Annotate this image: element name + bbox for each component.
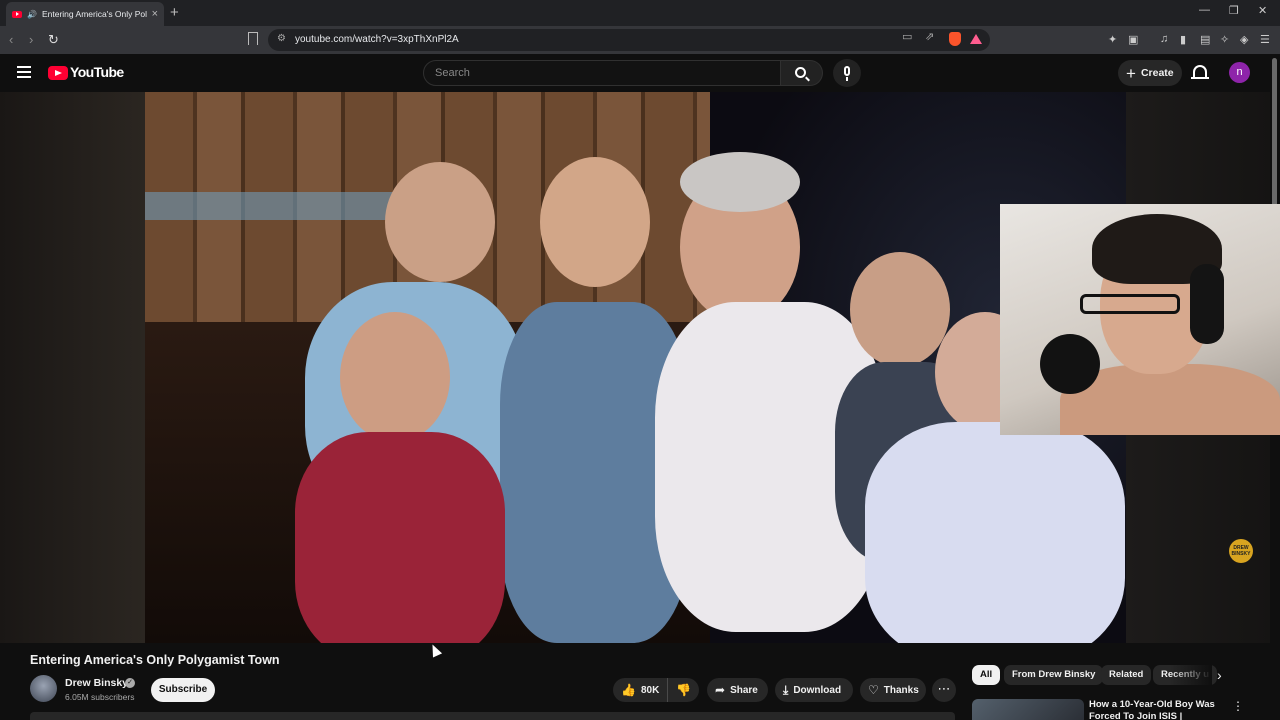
recommendation-menu-icon[interactable]: ⋮ — [1232, 699, 1244, 713]
minimize-icon[interactable]: — — [1199, 4, 1210, 16]
chip-all[interactable]: All — [972, 665, 1001, 685]
mouse-cursor — [427, 642, 443, 658]
search-icon — [795, 67, 806, 78]
youtube-logo-text[interactable]: YouTube — [70, 64, 124, 80]
vpn-icon[interactable]: ◈ — [1240, 33, 1248, 46]
search-box — [423, 60, 781, 86]
brave-shields-icon[interactable] — [949, 32, 961, 46]
url-text[interactable]: youtube.com/watch?v=3xpThXnPl2A — [295, 34, 459, 45]
bell-icon[interactable] — [1191, 65, 1209, 79]
restore-icon[interactable]: ❐ — [1229, 4, 1239, 17]
curtain — [145, 192, 395, 220]
chip-from-channel[interactable]: From Drew Binsky — [1004, 665, 1104, 685]
reload-icon[interactable]: ↻ — [48, 32, 59, 48]
recommendation-thumbnail[interactable] — [972, 699, 1084, 720]
share-icon: ➦ — [715, 683, 726, 697]
boy-head-5 — [340, 312, 450, 442]
sidebar-icon[interactable]: ▮ — [1180, 33, 1186, 46]
brave-rewards-icon[interactable] — [970, 34, 982, 44]
verified-icon: ✓ — [125, 678, 135, 688]
video-frame — [145, 92, 1126, 643]
chips-fade — [1170, 662, 1212, 688]
browser-tab[interactable]: 🔊 Entering America's Only Polyg × — [6, 2, 164, 26]
recommendation-title[interactable]: How a 10-Year-Old Boy Was Forced To Join… — [1089, 699, 1219, 720]
boy-head-2 — [540, 157, 650, 287]
thumbs-up-icon: 👍 — [621, 683, 636, 697]
download-label: Download — [793, 684, 842, 696]
description-box[interactable] — [30, 712, 955, 720]
site-info-icon[interactable]: ⚙ — [277, 33, 286, 44]
youtube-favicon-icon — [12, 10, 22, 18]
channel-watermark[interactable]: DREW BINSKY — [1229, 539, 1253, 563]
subscribe-button[interactable]: Subscribe — [151, 678, 215, 702]
back-icon[interactable]: ‹ — [9, 32, 13, 47]
browser-tab-bar: 🔊 Entering America's Only Polyg × + — ❐ … — [0, 0, 1280, 26]
boy-head-3 — [850, 252, 950, 367]
account-avatar[interactable]: n — [1229, 62, 1250, 83]
speaker-icon[interactable]: 🔊 — [27, 10, 37, 19]
youtube-header: YouTube + Create n — [0, 54, 1280, 92]
window-close-icon[interactable]: ✕ — [1258, 4, 1267, 17]
mic-stand — [846, 77, 848, 81]
search-input[interactable] — [435, 67, 765, 79]
creator-glasses — [1080, 294, 1180, 314]
extensions-icon[interactable]: ✦ — [1108, 33, 1117, 46]
download-button[interactable]: ⤓ Download — [775, 678, 853, 702]
ambient-left — [0, 92, 145, 643]
boy-head-1 — [385, 162, 495, 282]
boy-red-shirt — [295, 432, 505, 643]
thanks-label: Thanks — [883, 684, 919, 696]
tab-title: Entering America's Only Polyg — [41, 9, 147, 19]
forward-icon[interactable]: › — [29, 32, 33, 47]
page-scrollbar[interactable] — [1272, 58, 1277, 208]
download-icon: ⤓ — [783, 682, 789, 697]
share-page-icon[interactable]: ⇗ — [925, 30, 934, 43]
headphones — [1190, 264, 1224, 344]
bookmark-icon[interactable] — [248, 32, 258, 45]
youtube-logo-icon[interactable] — [48, 66, 68, 80]
video-title: Entering America's Only Polygamist Town — [30, 653, 280, 667]
screenshot-icon[interactable]: ▣ — [1128, 33, 1138, 46]
like-dislike-group: 👍 80K 👎 — [613, 678, 699, 702]
chip-related[interactable]: Related — [1101, 665, 1152, 685]
creator-webcam — [1000, 204, 1280, 435]
chevron-right-icon[interactable]: › — [1217, 667, 1222, 683]
grandfather-hair — [680, 152, 800, 212]
leo-ai-icon[interactable]: ✧ — [1220, 33, 1229, 46]
channel-avatar[interactable] — [30, 675, 57, 702]
voice-search-button[interactable] — [833, 59, 861, 87]
address-bar[interactable]: ⚙ youtube.com/watch?v=3xpThXnPl2A — [268, 29, 990, 51]
cast-icon[interactable]: ▭ — [902, 30, 912, 43]
boy-white-outfit — [865, 422, 1125, 643]
like-count: 80K — [640, 684, 660, 696]
channel-name[interactable]: Drew Binsky — [65, 677, 128, 689]
mic-icon — [844, 66, 850, 76]
more-actions-button[interactable]: ⋯ — [932, 678, 956, 702]
share-label: Share — [730, 684, 758, 696]
create-label: Create — [1140, 67, 1174, 79]
thanks-icon: ♡ — [868, 683, 879, 697]
hamburger-menu-icon[interactable] — [17, 66, 31, 78]
thumbs-down-icon: 👎 — [676, 683, 692, 697]
thanks-button[interactable]: ♡ Thanks — [860, 678, 926, 702]
share-button[interactable]: ➦ Share — [707, 678, 768, 702]
create-button[interactable]: + Create — [1118, 60, 1182, 86]
like-button[interactable]: 👍 80K — [613, 678, 669, 702]
new-tab-button[interactable]: + — [170, 4, 179, 21]
browser-toolbar: ‹ › ↻ ⚙ youtube.com/watch?v=3xpThXnPl2A … — [0, 26, 1280, 54]
media-icon[interactable]: ♫ — [1160, 33, 1168, 45]
menu-icon[interactable]: ☰ — [1260, 33, 1270, 46]
plus-icon: + — [1126, 63, 1136, 83]
subscriber-count: 6.05M subscribers — [65, 692, 135, 702]
dislike-button[interactable]: 👎 — [668, 683, 691, 697]
search-button[interactable] — [781, 60, 823, 86]
tab-close-icon[interactable]: × — [152, 8, 158, 20]
wallet-icon[interactable]: ▤ — [1200, 33, 1210, 46]
microphone — [1040, 334, 1100, 394]
